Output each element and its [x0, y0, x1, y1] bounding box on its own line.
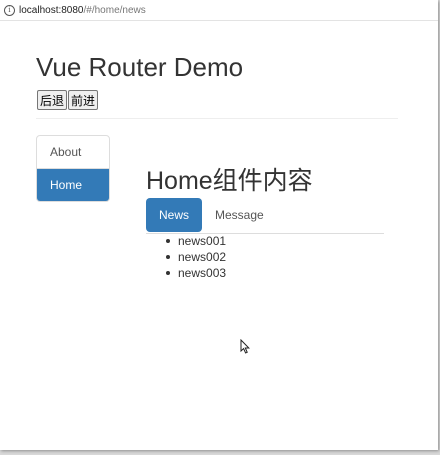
mouse-cursor-icon: [240, 339, 250, 354]
tab-news[interactable]: News: [146, 198, 203, 232]
url-path: /#/home/news: [83, 4, 146, 16]
forward-button[interactable]: 前进: [68, 90, 99, 110]
sidebar-item-about[interactable]: About: [37, 136, 109, 168]
news-item[interactable]: news001: [165, 233, 226, 249]
tab-message[interactable]: Message: [202, 198, 277, 232]
url-host: localhost:8080: [19, 4, 84, 16]
sidebar-item-home[interactable]: Home: [37, 168, 109, 201]
home-tabs: News Message: [146, 198, 384, 234]
home-content-title: Home组件内容: [146, 167, 313, 195]
back-button[interactable]: 后退: [37, 90, 68, 110]
browser-window: i localhost:8080 /#/home/news Vue Router…: [0, 0, 438, 450]
news-item[interactable]: news003: [165, 265, 226, 281]
sidebar-nav: About Home: [36, 135, 110, 202]
address-bar[interactable]: i localhost:8080 /#/home/news: [0, 0, 438, 21]
history-buttons: 后退 前进: [37, 90, 99, 110]
page-title: Vue Router Demo: [36, 52, 244, 82]
info-icon[interactable]: i: [4, 4, 15, 16]
header-divider: [36, 118, 398, 119]
news-list: news001 news002 news003: [165, 233, 226, 281]
news-item[interactable]: news002: [165, 249, 226, 265]
